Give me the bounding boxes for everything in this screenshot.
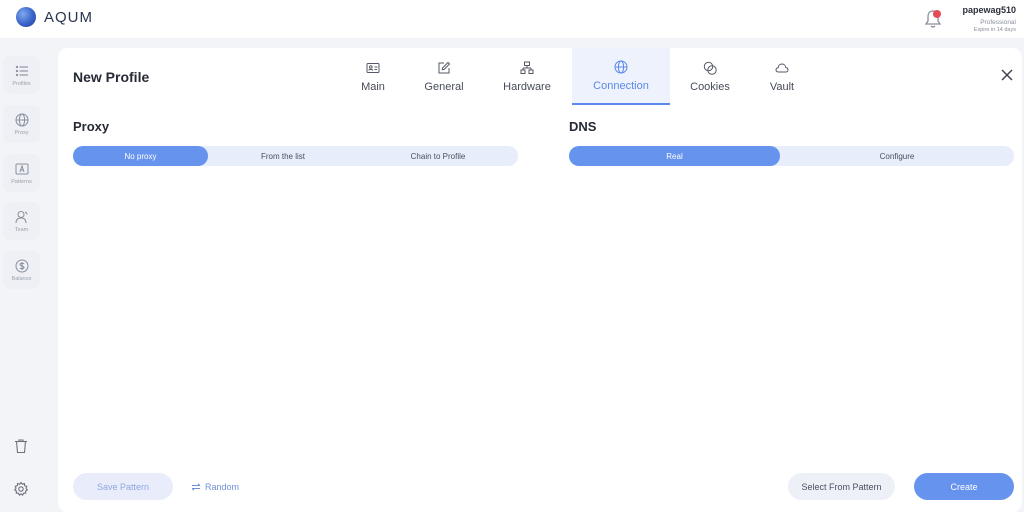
app-logo[interactable]: AQUM — [16, 7, 93, 27]
cookies-icon — [703, 61, 717, 75]
tab-vault[interactable]: Vault — [762, 48, 802, 105]
dns-option-real[interactable]: Real — [569, 146, 780, 166]
gear-icon[interactable] — [13, 481, 29, 497]
notification-badge — [933, 10, 941, 18]
proxy-option-from-list[interactable]: From the list — [223, 146, 343, 166]
tab-connection[interactable]: Connection — [572, 48, 670, 105]
select-from-pattern-button[interactable]: Select From Pattern — [788, 473, 895, 500]
id-card-icon — [366, 62, 380, 73]
dns-option-configure[interactable]: Configure — [791, 146, 1003, 166]
hardware-icon — [520, 61, 534, 74]
panel-title: New Profile — [73, 69, 150, 85]
sidebar-label: Balance — [11, 275, 32, 282]
user-name: papewag510 — [962, 5, 1016, 15]
user-plan: Professional — [980, 19, 1016, 26]
create-button[interactable]: Create — [914, 473, 1014, 500]
dollar-icon — [15, 259, 28, 272]
dns-selector: Real Configure — [569, 146, 1014, 166]
aqum-logo-icon — [16, 7, 36, 27]
sidebar-item-balance[interactable]: Balance — [3, 251, 40, 289]
proxy-option-no-proxy[interactable]: No proxy — [73, 146, 208, 166]
save-pattern-button[interactable]: Save Pattern — [73, 473, 173, 500]
proxy-title: Proxy — [73, 119, 110, 134]
user-expire: Expire in 14 days — [973, 27, 1016, 33]
tab-general[interactable]: General — [418, 48, 470, 105]
trash-icon[interactable] — [13, 438, 29, 454]
proxy-selector: No proxy From the list Chain to Profile — [73, 146, 518, 166]
team-icon — [15, 210, 27, 223]
tab-label: General — [424, 80, 464, 93]
tab-cookies[interactable]: Cookies — [686, 48, 734, 105]
sidebar-label: Team — [14, 226, 29, 233]
sidebar-label: Proxy — [14, 129, 29, 136]
dns-title: DNS — [569, 119, 597, 134]
edit-icon — [438, 61, 451, 73]
random-label: Random — [205, 481, 240, 492]
tab-label: Hardware — [503, 80, 551, 93]
tab-main[interactable]: Main — [349, 48, 397, 105]
tab-hardware[interactable]: Hardware — [498, 48, 556, 105]
app-name: AQUM — [44, 8, 93, 26]
proxy-option-chain-to-profile[interactable]: Chain to Profile — [373, 146, 503, 166]
sidebar: Profiles Proxy Patterns Team Balance — [0, 38, 48, 512]
tab-label: Connection — [593, 79, 649, 92]
sidebar-item-team[interactable]: Team — [3, 202, 40, 240]
sidebar-label: Profiles — [12, 80, 31, 87]
tab-label: Vault — [769, 80, 795, 93]
globe-icon — [15, 113, 28, 126]
swap-icon — [191, 482, 201, 491]
tab-label: Cookies — [690, 80, 730, 93]
list-icon — [15, 65, 28, 76]
close-icon[interactable] — [1000, 68, 1014, 82]
top-bar: AQUM papewag510 Professional Expire in 1… — [0, 0, 1024, 38]
pattern-icon — [15, 163, 28, 174]
tab-label: Main — [361, 80, 385, 93]
user-menu[interactable]: papewag510 Professional Expire in 14 day… — [962, 5, 1016, 33]
sidebar-item-patterns[interactable]: Patterns — [3, 154, 40, 192]
random-button[interactable]: Random — [191, 473, 247, 500]
cloud-icon — [775, 62, 789, 72]
sidebar-label: Patterns — [11, 178, 32, 185]
new-profile-panel: New Profile Main General Hardware Connec… — [58, 48, 1022, 512]
sidebar-item-profiles[interactable]: Profiles — [3, 56, 40, 94]
sidebar-item-proxy[interactable]: Proxy — [3, 105, 40, 143]
globe-icon — [614, 60, 628, 73]
